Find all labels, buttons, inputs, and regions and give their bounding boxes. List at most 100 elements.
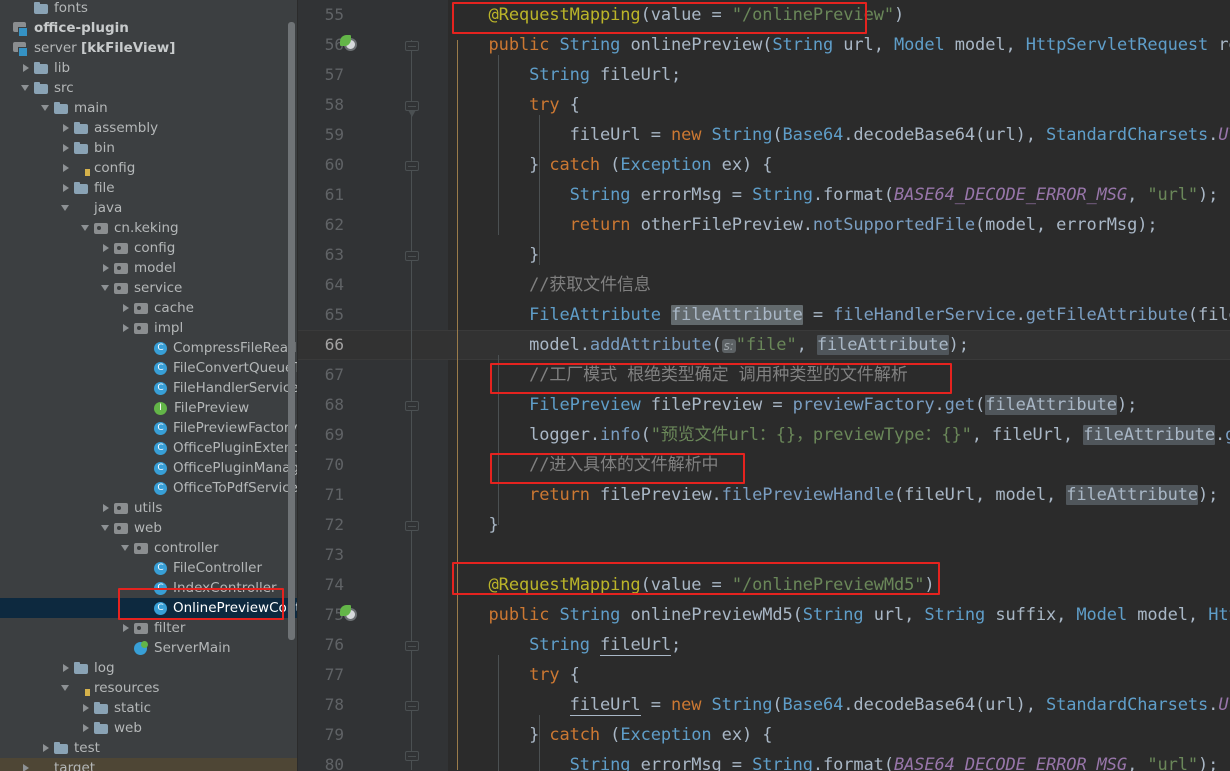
code-line[interactable]: String errorMsg = String.format(BASE64_D…: [448, 750, 1218, 771]
chevron-right-icon[interactable]: [100, 498, 113, 518]
code-line[interactable]: fileUrl = new String(Base64.decodeBase64…: [448, 120, 1230, 150]
chevron-right-icon[interactable]: [40, 738, 53, 758]
code-line[interactable]: FileAttribute fileAttribute = fileHandle…: [448, 300, 1230, 330]
tree-item-config[interactable]: config: [0, 158, 298, 178]
tree-item-filecontroller[interactable]: FileController: [0, 558, 298, 578]
tree-item-log[interactable]: log: [0, 658, 298, 678]
chevron-down-icon[interactable]: [100, 518, 113, 538]
chevron-right-icon[interactable]: [120, 618, 133, 638]
tree-item-target[interactable]: target: [0, 758, 298, 771]
chevron-right-icon[interactable]: [20, 758, 33, 771]
code-fold-marker[interactable]: [402, 746, 422, 766]
code-line[interactable]: try {: [448, 90, 580, 120]
chevron-down-icon[interactable]: [40, 98, 53, 118]
tree-item-web[interactable]: web: [0, 718, 298, 738]
tree-item-servermain[interactable]: ServerMain: [0, 638, 298, 658]
chevron-right-icon[interactable]: [80, 718, 93, 738]
code-line-comment[interactable]: //工厂模式 根绝类型确定 调用种类型的文件解析: [448, 360, 908, 390]
chevron-right-icon[interactable]: [100, 258, 113, 278]
code-line-annotation[interactable]: @RequestMapping(value = "/onlinePreview"…: [448, 0, 904, 30]
code-area[interactable]: @RequestMapping(value = "/onlinePreview"…: [448, 0, 1230, 771]
tree-item-server-kkfileview[interactable]: server [kkFileView]: [0, 38, 298, 58]
chevron-right-icon[interactable]: [60, 118, 73, 138]
tree-item-cache[interactable]: cache: [0, 298, 298, 318]
code-line[interactable]: fileUrl = new String(Base64.decodeBase64…: [448, 690, 1230, 720]
code-line[interactable]: String errorMsg = String.format(BASE64_D…: [448, 180, 1218, 210]
tree-item-resources[interactable]: resources: [0, 678, 298, 698]
code-line-comment[interactable]: //进入具体的文件解析中: [448, 450, 718, 480]
chevron-down-icon[interactable]: [60, 198, 73, 218]
chevron-right-icon[interactable]: [60, 178, 73, 198]
tree-item-src[interactable]: src: [0, 78, 298, 98]
tree-item-lib[interactable]: lib: [0, 58, 298, 78]
code-line[interactable]: return filePreview.filePreviewHandle(fil…: [448, 480, 1218, 510]
code-line[interactable]: }: [448, 510, 499, 540]
code-line[interactable]: String fileUrl;: [448, 630, 681, 660]
chevron-right-icon[interactable]: [120, 298, 133, 318]
tree-item-fonts[interactable]: fonts: [0, 0, 298, 18]
tree-item-fileconvertqueuetask[interactable]: FileConvertQueueTask: [0, 358, 298, 378]
web-request-mapping-icon[interactable]: [342, 606, 360, 624]
tree-item-static[interactable]: static: [0, 698, 298, 718]
code-line[interactable]: } catch (Exception ex) {: [448, 720, 772, 750]
code-line[interactable]: FilePreview filePreview = previewFactory…: [448, 390, 1137, 420]
chevron-right-icon[interactable]: [60, 158, 73, 178]
code-line[interactable]: } catch (Exception ex) {: [448, 150, 772, 180]
tree-item-main[interactable]: main: [0, 98, 298, 118]
tree-item-compressfilereader[interactable]: CompressFileReader: [0, 338, 298, 358]
chevron-right-icon[interactable]: [120, 318, 133, 338]
code-fold-marker[interactable]: [402, 246, 422, 266]
tree-item-officetopdfservice[interactable]: OfficeToPdfService: [0, 478, 298, 498]
chevron-down-icon[interactable]: [60, 678, 73, 698]
tree-item-filehandlerservice[interactable]: FileHandlerService: [0, 378, 298, 398]
tree-item-indexcontroller[interactable]: IndexController: [0, 578, 298, 598]
code-fold-marker[interactable]: [402, 696, 422, 716]
tree-item-bin[interactable]: bin: [0, 138, 298, 158]
tree-item-officepluginmanager[interactable]: OfficePluginManager: [0, 458, 298, 478]
chevron-down-icon[interactable]: [20, 78, 33, 98]
chevron-down-icon[interactable]: [120, 538, 133, 558]
tree-item-web[interactable]: web: [0, 518, 298, 538]
code-fold-marker[interactable]: [402, 516, 422, 536]
tree-item-model[interactable]: model: [0, 258, 298, 278]
sidebar-scrollbar[interactable]: [288, 22, 295, 640]
tree-item-service[interactable]: service: [0, 278, 298, 298]
code-fold-marker[interactable]: [402, 396, 422, 416]
tree-item-filepreview[interactable]: FilePreview: [0, 398, 298, 418]
tree-item-config[interactable]: config: [0, 238, 298, 258]
chevron-right-icon[interactable]: [80, 698, 93, 718]
editor-pane[interactable]: 5556575859606162636465666768697071727374…: [298, 0, 1230, 771]
chevron-down-icon[interactable]: [100, 278, 113, 298]
code-line-annotation[interactable]: @RequestMapping(value = "/onlinePreviewM…: [448, 570, 935, 600]
code-fold-marker[interactable]: [402, 156, 422, 176]
chevron-down-icon[interactable]: [80, 218, 93, 238]
tree-item-filter[interactable]: filter: [0, 618, 298, 638]
chevron-right-icon[interactable]: [100, 238, 113, 258]
tree-item-controller[interactable]: controller: [0, 538, 298, 558]
code-line[interactable]: logger.info("预览文件url：{}，previewType：{}",…: [448, 420, 1230, 450]
code-line-comment[interactable]: //获取文件信息: [448, 270, 651, 300]
code-line-current[interactable]: model.addAttribute(s:"file", fileAttribu…: [448, 330, 969, 360]
tree-item-utils[interactable]: utils: [0, 498, 298, 518]
code-fold-marker[interactable]: [402, 96, 422, 116]
chevron-right-icon[interactable]: [20, 58, 33, 78]
code-line-method-signature[interactable]: public String onlinePreviewMd5(String ur…: [448, 600, 1230, 630]
tree-item-impl[interactable]: impl: [0, 318, 298, 338]
code-fold-marker[interactable]: [402, 36, 422, 56]
code-fold-marker[interactable]: [402, 636, 422, 656]
code-line-method-signature[interactable]: public String onlinePreview(String url, …: [448, 30, 1230, 60]
tree-item-onlinepreviewcontroller[interactable]: OnlinePreviewController: [0, 598, 298, 618]
chevron-right-icon[interactable]: [60, 138, 73, 158]
tree-item-office-plugin[interactable]: office-plugin: [0, 18, 298, 38]
project-tool-window[interactable]: fontsoffice-pluginserver [kkFileView]lib…: [0, 0, 298, 771]
web-request-mapping-icon[interactable]: [342, 36, 360, 54]
tree-item-test[interactable]: test: [0, 738, 298, 758]
code-line[interactable]: try {: [448, 660, 580, 690]
tree-item-officepluginextendformatreg[interactable]: OfficePluginExtendFormatReg: [0, 438, 298, 458]
tree-item-java[interactable]: java: [0, 198, 298, 218]
code-line[interactable]: }: [448, 240, 539, 270]
chevron-right-icon[interactable]: [60, 658, 73, 678]
tree-item-file[interactable]: file: [0, 178, 298, 198]
tree-item-cn-keking[interactable]: cn.keking: [0, 218, 298, 238]
code-line[interactable]: return otherFilePreview.notSupportedFile…: [448, 210, 1157, 240]
